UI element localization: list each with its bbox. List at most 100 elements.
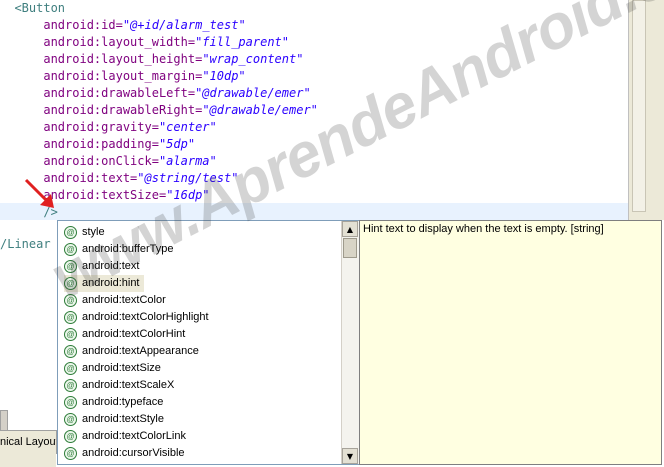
tab-graphical-layout-label: nical Layout [0,436,57,448]
code-line: android:onClick="alarma" [0,153,217,170]
at-sign-icon: @ [64,294,77,307]
code-value: "5dp" [158,137,196,151]
code-value: "fill_parent" [195,35,289,49]
code-value: "wrap_content" [202,52,304,66]
tab-graphical-layout[interactable]: nical Layout [0,430,57,454]
autocomplete-item-label: android:textStyle [82,413,164,425]
code-attribute: android:gravity= [43,120,159,134]
autocomplete-list[interactable]: @ style @ android:bufferType @ android:text @ a… [58,221,340,464]
closing-tag: /Linear [0,237,51,251]
code-line: <Button [0,0,65,17]
code-line: android:drawableRight="@drawable/emer" [0,102,318,119]
code-attribute: android:drawableLeft= [43,86,196,100]
code-line: android:drawableLeft="@drawable/emer" [0,85,311,102]
autocomplete-item[interactable]: @ android:textScaleX [64,377,174,394]
at-sign-icon: @ [64,413,77,426]
scroll-up-icon[interactable]: ▲ [342,221,358,237]
autocomplete-item[interactable]: @ style [64,224,105,241]
autocomplete-item[interactable]: @ android:textColorHighlight [64,309,209,326]
code-line: android:layout_width="fill_parent" [0,34,289,51]
code-attribute: android:textSize= [43,188,167,202]
code-tag: <Button [14,1,66,15]
at-sign-icon: @ [64,243,77,256]
code-attribute: android:onClick= [43,154,159,168]
autocomplete-item[interactable]: @ android:textColor [64,292,166,309]
autocomplete-item[interactable]: @ android:typeface [64,394,163,411]
autocomplete-item-label: android:textAppearance [82,345,199,357]
code-attribute: android:id= [43,18,123,32]
code-value: "10dp" [202,69,246,83]
red-arrow-icon [24,178,54,208]
autocomplete-item-label: android:hint [82,277,140,289]
autocomplete-item[interactable]: @ android:textStyle [64,411,164,428]
autocomplete-item[interactable]: @ android:textColorHint [64,326,185,343]
closing-tag-line: /Linear [0,236,51,253]
autocomplete-item-label: android:textColorHighlight [82,311,209,323]
autocomplete-item-label: android:typeface [82,396,164,408]
at-sign-icon: @ [64,396,77,409]
at-sign-icon: @ [64,345,77,358]
documentation-tooltip: Hint text to display when the text is em… [359,220,662,465]
code-line: android:layout_height="wrap_content" [0,51,303,68]
current-line-highlight [0,203,628,220]
at-sign-icon: @ [64,277,77,290]
autocomplete-item-label: android:textScaleX [82,379,175,391]
code-attribute: android:layout_height= [43,52,203,66]
editor-scrollbar-thumb[interactable] [632,0,646,212]
code-attribute: android:layout_width= [43,35,196,49]
code-value: "@string/test" [137,171,239,185]
code-value: "@+id/alarm_test" [122,18,246,32]
autocomplete-item-label: style [82,226,105,238]
code-value: "alarma" [158,154,217,168]
autocomplete-item[interactable]: @ android:bufferType [64,241,174,258]
autocomplete-item-label: android:textColorLink [82,430,186,442]
code-attribute: android:padding= [43,137,159,151]
code-line: android:layout_margin="10dp" [0,68,246,85]
at-sign-icon: @ [64,328,77,341]
autocomplete-item-label: android:cursorVisible [82,447,185,459]
at-sign-icon: @ [64,379,77,392]
editor-scrollbar[interactable] [628,0,664,220]
at-sign-icon: @ [64,311,77,324]
at-sign-icon: @ [64,260,77,273]
autocomplete-popup[interactable]: @ style @ android:bufferType @ android:text @ a… [57,220,360,465]
scroll-down-icon[interactable]: ▼ [342,448,358,464]
autocomplete-item-label: android:textSize [82,362,161,374]
at-sign-icon: @ [64,226,77,239]
autocomplete-item-label: android:textColorHint [82,328,186,340]
autocomplete-item[interactable]: @ android:hint [64,275,144,292]
autocomplete-item[interactable]: @ android:cursorVisible [64,445,185,462]
autocomplete-item[interactable]: @ android:textSize [64,360,161,377]
autocomplete-item-label: android:text [82,260,140,272]
autocomplete-item[interactable]: @ android:textColorLink [64,428,186,445]
autocomplete-scrollbar[interactable]: ▲ ▼ [341,221,359,464]
code-value: "@drawable/emer" [195,86,311,100]
code-attribute: android:drawableRight= [43,103,203,117]
code-value: "@drawable/emer" [202,103,318,117]
code-attribute: android:layout_margin= [43,69,203,83]
at-sign-icon: @ [64,447,77,460]
code-value: "16dp" [166,188,210,202]
code-line: android:gravity="center" [0,119,217,136]
autocomplete-item-label: android:bufferType [82,243,174,255]
code-line: android:padding="5dp" [0,136,195,153]
autocomplete-item[interactable]: @ android:text [64,258,139,275]
documentation-text: Hint text to display when the text is em… [363,223,604,235]
panel-edge [0,410,8,432]
code-line: android:id="@+id/alarm_test" [0,17,246,34]
autocomplete-item[interactable]: @ android:textAppearance [64,343,199,360]
bottom-bar [0,453,56,467]
code-value: "center" [158,120,217,134]
autocomplete-item-label: android:textColor [82,294,166,306]
autocomplete-scrollbar-thumb[interactable] [343,238,357,258]
